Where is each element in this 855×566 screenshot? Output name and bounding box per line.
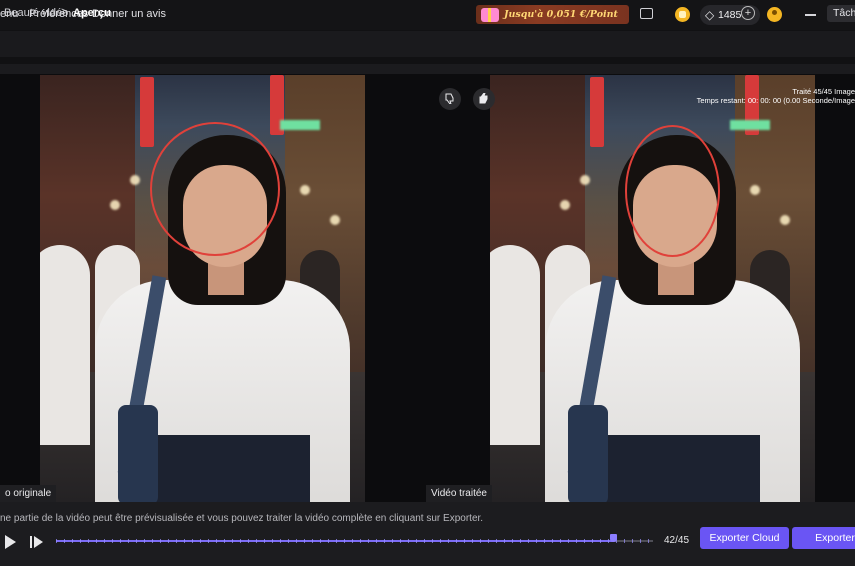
breadcrumb-separator: > (61, 6, 68, 18)
processed-count: Traité 45/45 Image (792, 87, 855, 96)
breadcrumb-parent[interactable]: Beauté vidéo (4, 7, 68, 19)
thumbs-up-icon (479, 93, 488, 104)
toolbar-strip (0, 64, 855, 74)
add-gems-button[interactable]: + (741, 6, 755, 20)
play-icon[interactable] (5, 535, 16, 549)
thumbs-up-button[interactable] (473, 88, 495, 110)
user-avatar-icon[interactable] (767, 7, 782, 22)
time-remaining: Temps restant: 00: 00: 00 (0.00 Seconde/… (696, 96, 855, 105)
processed-video-label: Vidéo traitée (426, 485, 492, 502)
promo-text: Jusqu'à 0,051 €/Point (504, 9, 618, 20)
tasks-button[interactable]: Tâche (827, 5, 855, 22)
export-button[interactable]: Exporter (792, 527, 855, 549)
minimize-icon[interactable] (805, 14, 816, 16)
original-video-label: o originale (0, 485, 57, 502)
original-video-frame (40, 75, 365, 502)
timeline-handle[interactable] (610, 534, 617, 542)
gem-count: 1485 (718, 9, 742, 21)
thumbs-down-icon (445, 93, 454, 104)
breadcrumb-current: Aperçu (73, 7, 111, 19)
promo-banner[interactable]: Jusqu'à 0,051 €/Point (476, 5, 629, 24)
thumbs-down-button[interactable] (439, 88, 461, 110)
export-cloud-button[interactable]: Exporter Cloud (700, 527, 789, 549)
coin-icon[interactable] (675, 7, 690, 22)
processed-video-frame (490, 75, 815, 502)
face-detection-outline (625, 125, 720, 257)
step-forward-icon[interactable] (30, 536, 44, 548)
chat-icon[interactable] (640, 8, 653, 19)
gift-icon (481, 7, 499, 22)
breadcrumb (0, 31, 855, 57)
diamond-icon: ◇ (705, 8, 715, 22)
street-photo (490, 75, 815, 502)
face-detection-outline (150, 122, 280, 256)
preview-notice: ne partie de la vidéo peut être prévisua… (0, 513, 484, 524)
timeline-frame-markers (56, 539, 653, 543)
frame-counter: 42/45 (664, 535, 690, 546)
street-photo (40, 75, 365, 502)
processing-status: Traité 45/45 Image Temps restant: 00: 00… (690, 87, 855, 105)
